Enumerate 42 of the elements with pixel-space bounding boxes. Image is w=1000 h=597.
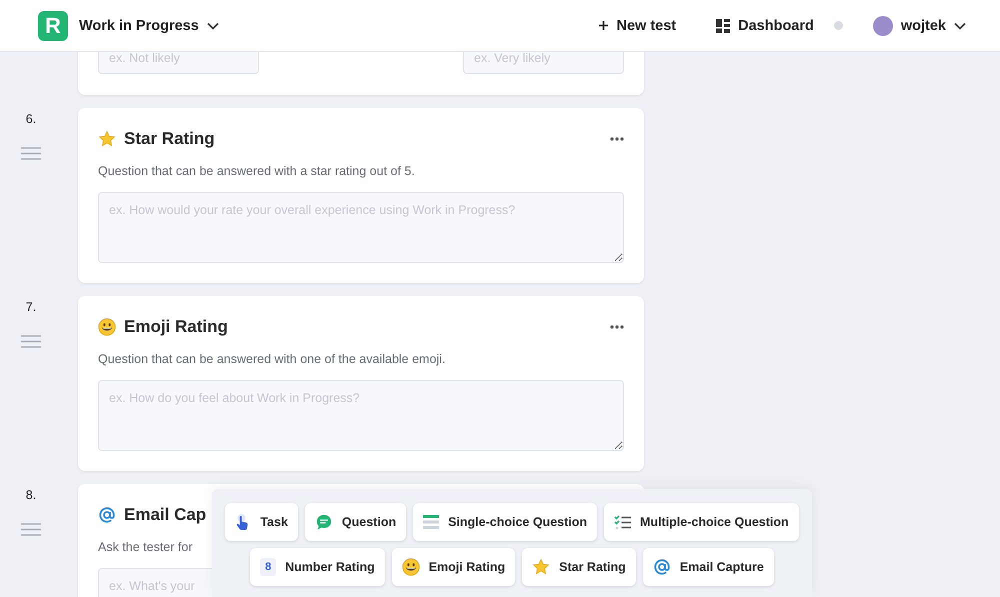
star-icon [98, 130, 116, 148]
drag-handle-icon[interactable] [21, 147, 41, 160]
dashboard-icon [716, 18, 730, 32]
smiley-icon [98, 318, 116, 336]
block-type-button[interactable]: Star Rating [522, 548, 636, 586]
question-title: Emoji Rating [124, 317, 228, 337]
block-type-button[interactable]: Single-choice Question [413, 503, 598, 541]
block-type-button[interactable]: Email Capture [642, 548, 774, 586]
block-type-button[interactable]: Question [304, 503, 406, 541]
number-icon: 8 [260, 558, 276, 576]
question-number: 6. [26, 112, 36, 126]
chevron-down-icon[interactable] [206, 22, 219, 30]
block-type-button[interactable]: Multiple-choice Question [604, 503, 799, 541]
at-sign-icon [652, 558, 671, 576]
dashboard-button[interactable]: Dashboard [716, 18, 814, 34]
block-type-button[interactable]: 8 Number Rating [250, 548, 385, 586]
question-description: Question that can be answered with a star rating out of 5. [98, 164, 416, 178]
question-description: Ask the tester for [98, 540, 194, 554]
checklist-icon [614, 514, 632, 530]
question-title: Star Rating [124, 129, 215, 149]
new-test-button[interactable]: New test [599, 18, 676, 34]
more-options-icon[interactable] [610, 137, 624, 141]
block-type-button[interactable]: Task [225, 503, 298, 541]
question-description: Question that can be answered with one of the available emoji. [98, 352, 446, 366]
question-number: 8. [26, 488, 36, 502]
drag-handle-icon[interactable] [21, 335, 41, 348]
at-sign-icon [98, 506, 116, 524]
speech-bubble-icon [314, 513, 333, 531]
more-options-icon[interactable] [610, 325, 624, 329]
plus-icon [599, 21, 608, 30]
project-name[interactable]: Work in Progress [79, 18, 199, 34]
list-lines-icon [423, 515, 440, 529]
question-number: 7. [26, 300, 36, 314]
avatar-icon [872, 16, 893, 36]
user-menu-button[interactable]: wojtek [872, 16, 966, 36]
star-icon [532, 558, 550, 576]
drag-handle-icon[interactable] [21, 523, 41, 536]
status-dot-icon [834, 21, 843, 30]
chevron-down-icon [954, 22, 966, 30]
block-type-button[interactable]: Emoji Rating [392, 548, 516, 586]
smiley-icon [402, 558, 420, 576]
question-title: Email Cap [124, 505, 206, 525]
